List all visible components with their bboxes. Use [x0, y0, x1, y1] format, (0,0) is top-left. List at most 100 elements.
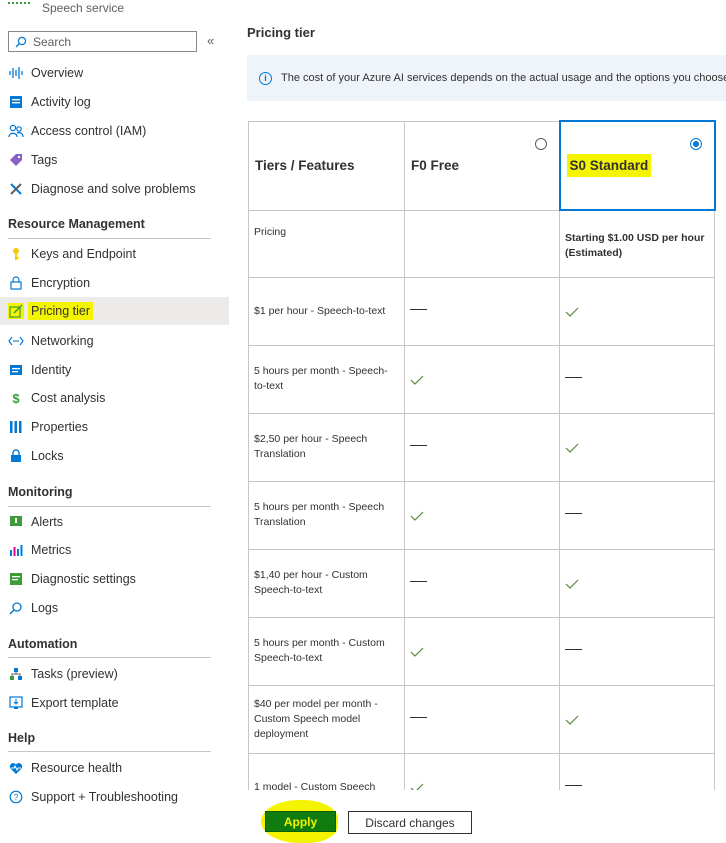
search-placeholder: Search	[33, 34, 72, 49]
lock-icon	[8, 448, 24, 464]
pricing-s0-cell: Starting $1.00 USD per hour (Estimated)	[559, 209, 715, 278]
divider	[8, 506, 211, 507]
nav-item-overview[interactable]: Overview	[0, 59, 229, 87]
nav-item-resource-health[interactable]: Resource health	[0, 754, 229, 782]
table-row: $40 per model per month - Custom Speech …	[248, 684, 715, 754]
speech-service-icon	[8, 2, 30, 10]
f0-cell	[404, 344, 560, 414]
lock-outline-icon	[8, 275, 24, 291]
nav-item-cost-analysis[interactable]: $ Cost analysis	[0, 384, 229, 412]
tier-f0-radio[interactable]	[534, 137, 547, 150]
search-input[interactable]: Search	[8, 31, 197, 52]
nav-item-keys-endpoint[interactable]: Keys and Endpoint	[0, 240, 229, 268]
tasks-icon	[8, 666, 24, 682]
check-icon	[410, 783, 424, 790]
feature-label: $2,50 per hour - Speech Translation	[248, 412, 405, 482]
nav-item-tasks[interactable]: Tasks (preview)	[0, 660, 229, 688]
nav-item-access-control[interactable]: Access control (IAM)	[0, 117, 229, 145]
collapse-sidebar-button[interactable]: «	[207, 33, 214, 48]
tier-s0-name: S0 Standard	[566, 154, 652, 177]
nav-item-encryption[interactable]: Encryption	[0, 269, 229, 297]
tier-s0-header[interactable]: S0 Standard	[558, 120, 716, 211]
f0-cell	[404, 276, 560, 346]
s0-cell	[559, 616, 715, 686]
f0-cell	[404, 548, 560, 618]
nav-item-activity-log[interactable]: Activity log	[0, 88, 229, 116]
s0-cell	[559, 684, 715, 754]
network-icon	[8, 333, 24, 349]
key-icon	[8, 246, 24, 262]
alert-icon	[8, 514, 24, 530]
s0-cell	[559, 480, 715, 550]
feature-label: 5 hours per month - Custom Speech-to-tex…	[248, 616, 405, 686]
nav-item-logs[interactable]: Logs	[0, 594, 229, 622]
nav-item-diagnose[interactable]: Diagnose and solve problems	[0, 175, 229, 203]
dash-icon	[565, 512, 582, 514]
heart-icon	[8, 760, 24, 776]
nav-item-properties[interactable]: Properties	[0, 413, 229, 441]
wrench-icon	[8, 181, 24, 197]
table-row: 5 hours per month - Custom Speech-to-tex…	[248, 616, 715, 686]
people-icon	[8, 123, 24, 139]
svg-text:?: ?	[14, 793, 19, 802]
dash-icon	[410, 580, 427, 582]
pricing-label: Pricing	[248, 209, 405, 278]
check-icon	[565, 579, 579, 589]
f0-cell	[404, 684, 560, 754]
table-row: 5 hours per month - Speech Translation	[248, 480, 715, 550]
nav-item-diagnostic-settings[interactable]: Diagnostic settings	[0, 565, 229, 593]
nav-item-identity[interactable]: Identity	[0, 356, 229, 384]
tier-f0-name: F0 Free	[411, 158, 460, 173]
section-resource-management: Resource Management	[8, 217, 145, 231]
table-corner-header: Tiers / Features	[248, 120, 405, 211]
pricing-table-container: Tiers / Features F0 Free S0 Standard Pri…	[246, 118, 726, 790]
metrics-icon	[8, 542, 24, 558]
tier-f0-header[interactable]: F0 Free	[404, 120, 560, 211]
check-icon	[565, 443, 579, 453]
identity-icon	[8, 362, 24, 378]
nav-item-tags[interactable]: Tags	[0, 146, 229, 174]
table-row: $1 per hour - Speech-to-text	[248, 276, 715, 346]
dash-icon	[410, 716, 427, 718]
service-title: Speech service	[42, 1, 125, 15]
nav-item-metrics[interactable]: Metrics	[0, 536, 229, 564]
table-row: 5 hours per month - Speech-to-text	[248, 344, 715, 414]
export-icon	[8, 695, 24, 711]
dash-icon	[410, 308, 427, 310]
pricing-f0-cell	[404, 209, 560, 278]
feature-label: 5 hours per month - Speech Translation	[248, 480, 405, 550]
divider	[8, 751, 211, 752]
table-row: $2,50 per hour - Speech Translation	[248, 412, 715, 482]
s0-cell	[559, 752, 715, 790]
divider	[8, 238, 211, 239]
nav-item-alerts[interactable]: Alerts	[0, 508, 229, 536]
nav-item-locks[interactable]: Locks	[0, 442, 229, 470]
s0-cell	[559, 276, 715, 346]
check-icon	[410, 647, 424, 657]
nav-item-support[interactable]: ? Support + Troubleshooting	[0, 783, 229, 811]
nav-item-export-template[interactable]: Export template	[0, 689, 229, 717]
feature-label: 1 model - Custom Speech	[248, 752, 405, 790]
apply-area: Apply	[261, 798, 338, 843]
nav-item-pricing-tier[interactable]: Pricing tier	[0, 297, 229, 325]
tag-icon	[8, 152, 24, 168]
info-text: The cost of your Azure AI services depen…	[281, 72, 726, 84]
nav-item-networking[interactable]: Networking	[0, 327, 229, 355]
waveform-icon	[8, 65, 24, 81]
question-icon: ?	[8, 789, 24, 805]
discard-changes-button[interactable]: Discard changes	[348, 811, 472, 834]
dash-icon	[410, 444, 427, 446]
dash-icon	[565, 648, 582, 650]
table-row: $1,40 per hour - Custom Speech-to-text	[248, 548, 715, 618]
properties-icon	[8, 419, 24, 435]
feature-label: $40 per model per month - Custom Speech …	[248, 684, 405, 754]
search-icon	[15, 36, 27, 47]
feature-label: $1 per hour - Speech-to-text	[248, 276, 405, 346]
tier-s0-radio[interactable]	[689, 138, 702, 150]
check-icon	[565, 307, 579, 317]
f0-cell	[404, 480, 560, 550]
apply-button[interactable]: Apply	[265, 811, 336, 832]
section-monitoring: Monitoring	[8, 485, 73, 499]
diagnostic-icon	[8, 571, 24, 587]
section-help: Help	[8, 731, 36, 745]
